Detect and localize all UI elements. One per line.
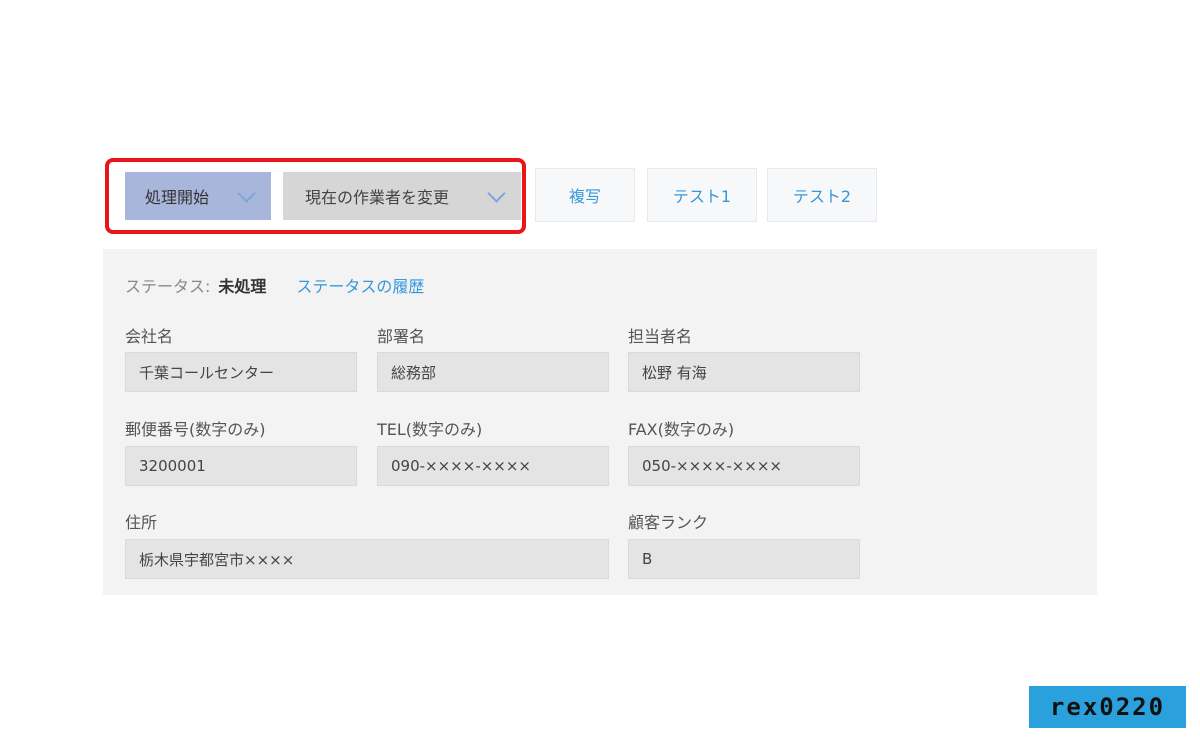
test1-button[interactable]: テスト1 xyxy=(647,168,757,222)
status-history-link[interactable]: ステータスの履歴 xyxy=(296,273,424,297)
copy-button[interactable]: 複写 xyxy=(535,168,635,222)
company-label: 会社名 xyxy=(125,327,174,346)
address-field: 栃木県宇都宮市×××× xyxy=(125,539,609,579)
start-processing-label: 処理開始 xyxy=(145,188,210,207)
change-assignee-dropdown[interactable]: 現在の作業者を変更 xyxy=(283,172,521,220)
postal-label: 郵便番号(数字のみ) xyxy=(125,420,266,439)
status-value: 未処理 xyxy=(218,277,267,296)
record-detail-panel: ステータス: 未処理 ステータスの履歴 会社名 千葉コールセンター 部署名 総務… xyxy=(103,249,1097,595)
address-label: 住所 xyxy=(125,513,158,532)
contact-field: 松野 有海 xyxy=(628,352,860,392)
fax-label: FAX(数字のみ) xyxy=(628,420,735,439)
status-row: ステータス: 未処理 ステータスの履歴 xyxy=(125,273,424,297)
customer-rank-field: B xyxy=(628,539,860,579)
action-toolbar: 処理開始 現在の作業者を変更 複写 テスト1 テスト2 xyxy=(105,158,895,238)
department-label: 部署名 xyxy=(377,327,426,346)
chevron-down-icon xyxy=(487,184,506,203)
status-label: ステータス: xyxy=(125,277,211,296)
department-field: 総務部 xyxy=(377,352,609,392)
postal-field: 3200001 xyxy=(125,446,357,486)
change-assignee-label: 現在の作業者を変更 xyxy=(305,188,450,207)
author-watermark: rex0220 xyxy=(1029,686,1186,728)
start-processing-dropdown[interactable]: 処理開始 xyxy=(125,172,271,220)
customer-rank-label: 顧客ランク xyxy=(628,513,709,532)
company-field: 千葉コールセンター xyxy=(125,352,357,392)
tel-label: TEL(数字のみ) xyxy=(377,420,483,439)
contact-label: 担当者名 xyxy=(628,327,693,346)
test2-button[interactable]: テスト2 xyxy=(767,168,877,222)
fax-field: 050-××××-×××× xyxy=(628,446,860,486)
tel-field: 090-××××-×××× xyxy=(377,446,609,486)
chevron-down-icon xyxy=(237,184,256,203)
